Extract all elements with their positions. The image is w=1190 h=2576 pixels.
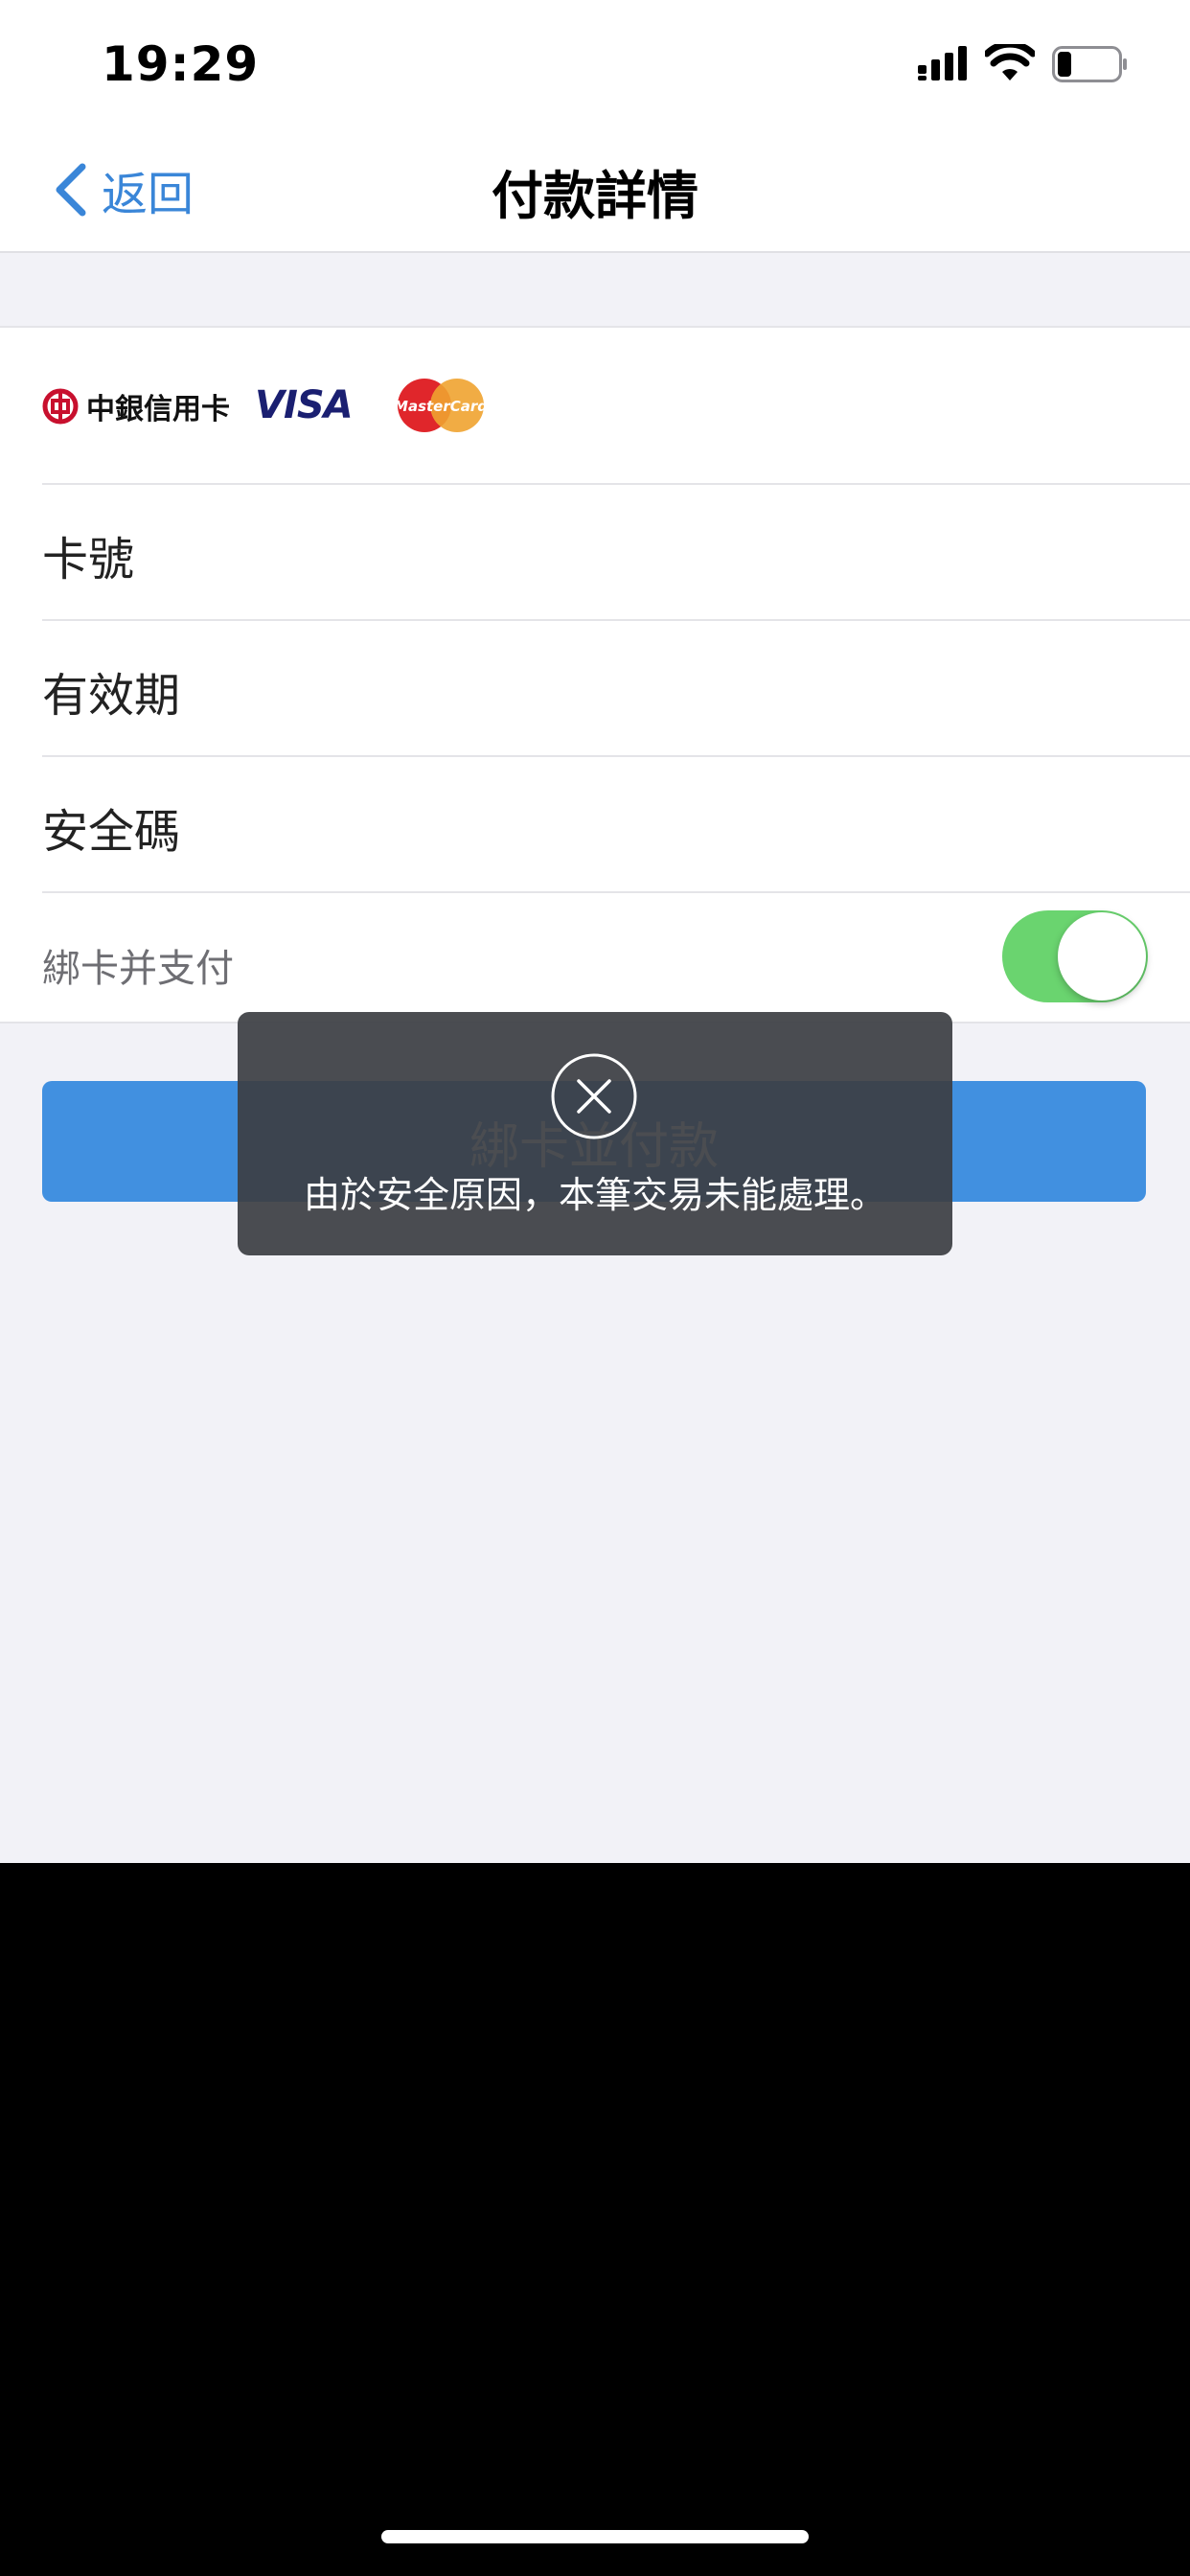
boc-credit-card-logo: 中銀信用卡	[42, 385, 230, 427]
toggle-knob	[1058, 912, 1146, 1000]
card-number-row: 卡號	[42, 485, 1190, 621]
close-circle-icon	[551, 1053, 637, 1139]
navigation-bar: 返回 付款詳情	[0, 130, 1190, 253]
accepted-cards-row: 中銀信用卡 VISA MasterCard	[42, 328, 1190, 485]
payment-details-screen: 19:29 返回 付款詳情 中銀信用卡 VISA MasterCard 卡號 有…	[0, 0, 1190, 1863]
card-number-label: 卡號	[42, 533, 135, 586]
security-code-input[interactable]	[253, 786, 1115, 862]
expiry-input[interactable]	[253, 650, 1115, 726]
boc-logo-text: 中銀信用卡	[86, 393, 230, 426]
mastercard-logo: MasterCard	[397, 379, 485, 432]
page-title: 付款詳情	[492, 166, 698, 226]
expiry-label: 有效期	[42, 669, 181, 723]
cellular-signal-icon	[918, 46, 967, 80]
bind-card-toggle-row: 綁卡并支付	[42, 895, 1190, 1024]
wifi-icon	[985, 44, 1035, 80]
payment-form-card: 中銀信用卡 VISA MasterCard 卡號 有效期 安全碼 綁卡并支付	[0, 326, 1190, 1024]
bind-card-toggle[interactable]	[1002, 910, 1148, 1002]
expiry-row: 有效期	[42, 621, 1190, 757]
security-code-label: 安全碼	[42, 805, 181, 859]
error-toast: 由於安全原因，本筆交易未能處理。	[238, 1012, 952, 1255]
battery-icon	[1052, 46, 1127, 82]
bank-of-china-emblem-icon	[42, 388, 79, 425]
card-number-input[interactable]	[253, 514, 1115, 590]
status-bar: 19:29	[0, 0, 1190, 130]
toast-message: 由於安全原因，本筆交易未能處理。	[303, 1174, 886, 1216]
bind-card-toggle-label: 綁卡并支付	[42, 947, 234, 991]
visa-logo: VISA	[255, 383, 354, 427]
status-time: 19:29	[102, 36, 260, 92]
mastercard-logo-text: MasterCard	[397, 398, 485, 415]
security-code-row: 安全碼	[42, 757, 1190, 893]
home-indicator[interactable]	[381, 2530, 809, 2543]
